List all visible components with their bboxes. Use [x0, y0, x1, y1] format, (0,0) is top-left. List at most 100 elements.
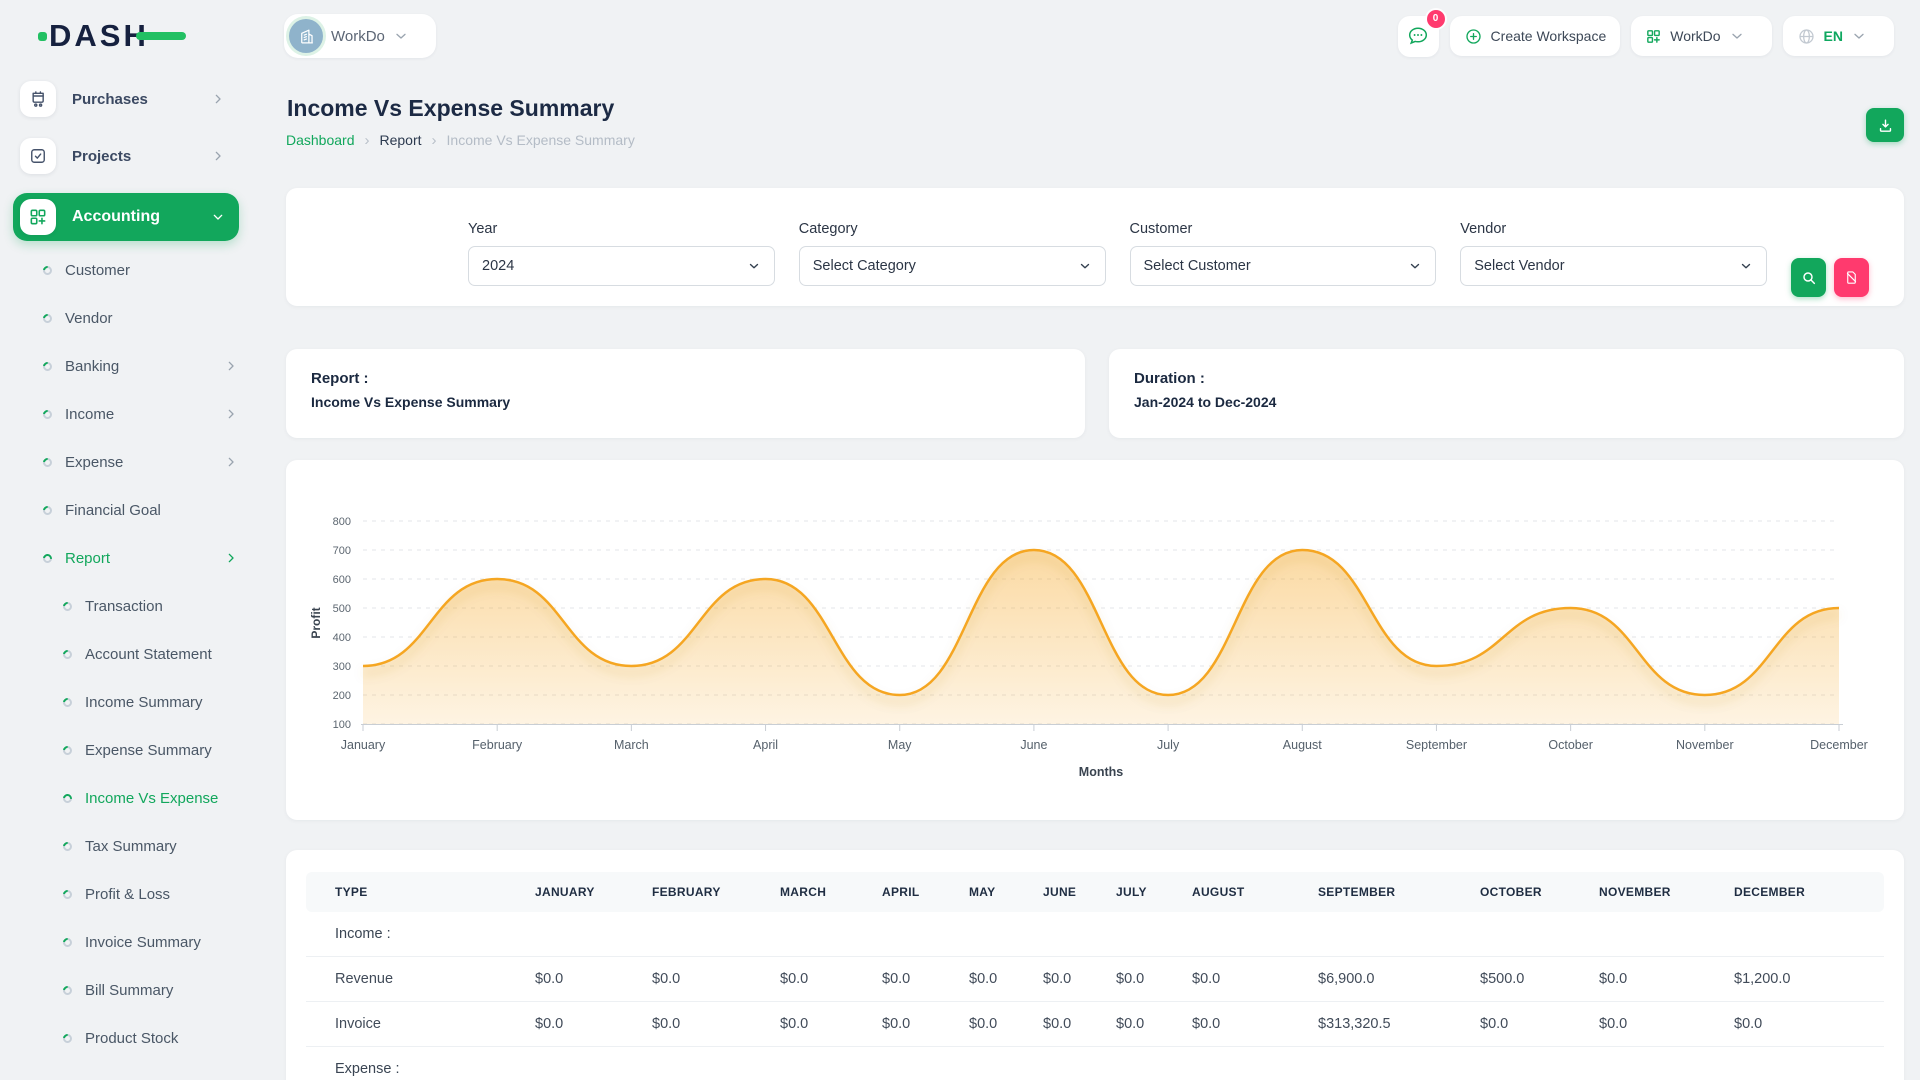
duration-value: Jan-2024 to Dec-2024 — [1134, 394, 1879, 410]
svg-text:July: July — [1157, 738, 1180, 752]
sidebar-item-label: Profit & Loss — [85, 886, 170, 903]
sidebar-item-label: Projects — [72, 148, 131, 165]
sidebar-item-income[interactable]: Income — [0, 390, 252, 438]
bullet-icon — [41, 408, 54, 421]
row-value: $0.0 — [1480, 1002, 1599, 1047]
bullet-icon — [61, 984, 74, 997]
svg-text:300: 300 — [333, 661, 351, 673]
row-value: $6,900.0 — [1318, 957, 1480, 1002]
breadcrumb-report-link[interactable]: Report — [380, 132, 422, 148]
tasks-icon — [20, 138, 56, 174]
sidebar-item-product-stock[interactable]: Product Stock — [0, 1014, 252, 1062]
workspace-selector[interactable]: WorkDo — [284, 14, 436, 58]
svg-text:Profit: Profit — [309, 607, 323, 638]
svg-text:100: 100 — [333, 719, 351, 731]
bullet-icon — [61, 1032, 74, 1045]
table-row[interactable]: Revenue$0.0$0.0$0.0$0.0$0.0$0.0$0.0$0.0$… — [306, 957, 1884, 1002]
sidebar-item-label: Report — [65, 550, 110, 567]
download-button[interactable] — [1866, 108, 1904, 142]
sidebar-item-label: Income Vs Expense — [85, 790, 218, 807]
column-header: MARCH — [780, 872, 882, 912]
topbar-actions: 0 Create Workspace WorkDo EN — [1398, 16, 1894, 57]
messages-button[interactable]: 0 — [1398, 16, 1439, 57]
row-type: Invoice — [306, 1002, 535, 1047]
bullet-icon — [61, 744, 74, 757]
language-selector[interactable]: EN — [1783, 16, 1894, 56]
sidebar-item-bill-summary[interactable]: Bill Summary — [0, 966, 252, 1014]
bullet-icon — [41, 264, 54, 277]
svg-text:May: May — [888, 738, 912, 752]
sidebar-item-cash-flow[interactable]: Cash Flow — [0, 1062, 252, 1080]
sidebar-item-label: Accounting — [72, 208, 160, 226]
column-header: OCTOBER — [1480, 872, 1599, 912]
chevron-down-icon — [1851, 28, 1867, 44]
sidebar-item-banking[interactable]: Banking — [0, 342, 252, 390]
sidebar-item-vendor[interactable]: Vendor — [0, 294, 252, 342]
app-menu-button[interactable]: WorkDo — [1631, 16, 1771, 56]
column-header: JULY — [1116, 872, 1192, 912]
vendor-select[interactable]: Select Vendor — [1460, 246, 1767, 286]
row-value: $500.0 — [1480, 957, 1599, 1002]
chevron-down-icon — [747, 259, 761, 273]
bullet-icon — [41, 456, 54, 469]
table-row[interactable]: Invoice$0.0$0.0$0.0$0.0$0.0$0.0$0.0$0.0$… — [306, 1002, 1884, 1047]
sidebar-item-accounting[interactable]: Accounting — [13, 193, 239, 241]
duration-label: Duration : — [1134, 370, 1879, 387]
create-workspace-button[interactable]: Create Workspace — [1450, 16, 1621, 56]
row-value: $0.0 — [1192, 1002, 1318, 1047]
sidebar-item-expense[interactable]: Expense — [0, 438, 252, 486]
sidebar-item-customer[interactable]: Customer — [0, 246, 252, 294]
reset-filter-button[interactable] — [1834, 258, 1869, 297]
svg-text:December: December — [1810, 738, 1868, 752]
customer-select[interactable]: Select Customer — [1130, 246, 1437, 286]
sidebar-item-expense-summary[interactable]: Expense Summary — [0, 726, 252, 774]
sidebar-item-label: Purchases — [72, 91, 148, 108]
sidebar-item-label: Bill Summary — [85, 982, 173, 999]
sidebar-item-label: Account Statement — [85, 646, 212, 663]
sidebar-item-label: Transaction — [85, 598, 163, 615]
sidebar-item-purchases[interactable]: Purchases — [13, 79, 239, 119]
breadcrumb-dashboard-link[interactable]: Dashboard — [286, 132, 355, 148]
sidebar-item-projects[interactable]: Projects — [13, 136, 239, 176]
sidebar-item-invoice-summary[interactable]: Invoice Summary — [0, 918, 252, 966]
column-header: DECEMBER — [1734, 872, 1884, 912]
chevron-right-icon — [223, 550, 239, 566]
bullet-icon — [41, 504, 54, 517]
report-summary-card: Report : Income Vs Expense Summary — [286, 349, 1085, 438]
svg-text:600: 600 — [333, 574, 351, 586]
vendor-label: Vendor — [1460, 221, 1767, 237]
sidebar-item-income-vs-expense[interactable]: Income Vs Expense — [0, 774, 252, 822]
row-value: $0.0 — [1043, 1002, 1116, 1047]
svg-text:June: June — [1020, 738, 1047, 752]
workspace-avatar — [289, 19, 323, 53]
breadcrumb-separator: › — [365, 132, 370, 149]
accounting-icon — [20, 199, 56, 235]
svg-text:August: August — [1283, 738, 1322, 752]
sidebar-item-transaction[interactable]: Transaction — [0, 582, 252, 630]
sidebar-item-account-statement[interactable]: Account Statement — [0, 630, 252, 678]
breadcrumb: Dashboard › Report › Income Vs Expense S… — [286, 130, 1904, 150]
category-select[interactable]: Select Category — [799, 246, 1106, 286]
svg-text:500: 500 — [333, 603, 351, 615]
row-value: $0.0 — [1116, 957, 1192, 1002]
sidebar-item-label: Expense Summary — [85, 742, 212, 759]
customer-filter: Customer Select Customer — [1130, 221, 1437, 286]
year-select[interactable]: 2024 — [468, 246, 775, 286]
chevron-right-icon — [210, 91, 226, 107]
row-value: $0.0 — [1599, 1002, 1734, 1047]
sidebar-item-report[interactable]: Report — [0, 534, 252, 582]
row-value: $0.0 — [535, 957, 652, 1002]
filter-actions — [1791, 258, 1869, 297]
sidebar-item-label: Financial Goal — [65, 502, 161, 519]
app-logo[interactable]: DASH — [40, 15, 200, 57]
income-expense-table: TYPEJANUARYFEBRUARYMARCHAPRILMAYJUNEJULY… — [306, 872, 1884, 1080]
chat-bubble-icon — [1406, 24, 1430, 48]
apply-filter-button[interactable] — [1791, 258, 1826, 297]
sidebar-item-financial-goal[interactable]: Financial Goal — [0, 486, 252, 534]
sidebar-item-income-summary[interactable]: Income Summary — [0, 678, 252, 726]
search-icon — [1801, 270, 1817, 286]
sidebar-item-profit-loss[interactable]: Profit & Loss — [0, 870, 252, 918]
sidebar-item-label: Income — [65, 406, 114, 423]
bullet-icon — [61, 936, 74, 949]
sidebar-item-tax-summary[interactable]: Tax Summary — [0, 822, 252, 870]
